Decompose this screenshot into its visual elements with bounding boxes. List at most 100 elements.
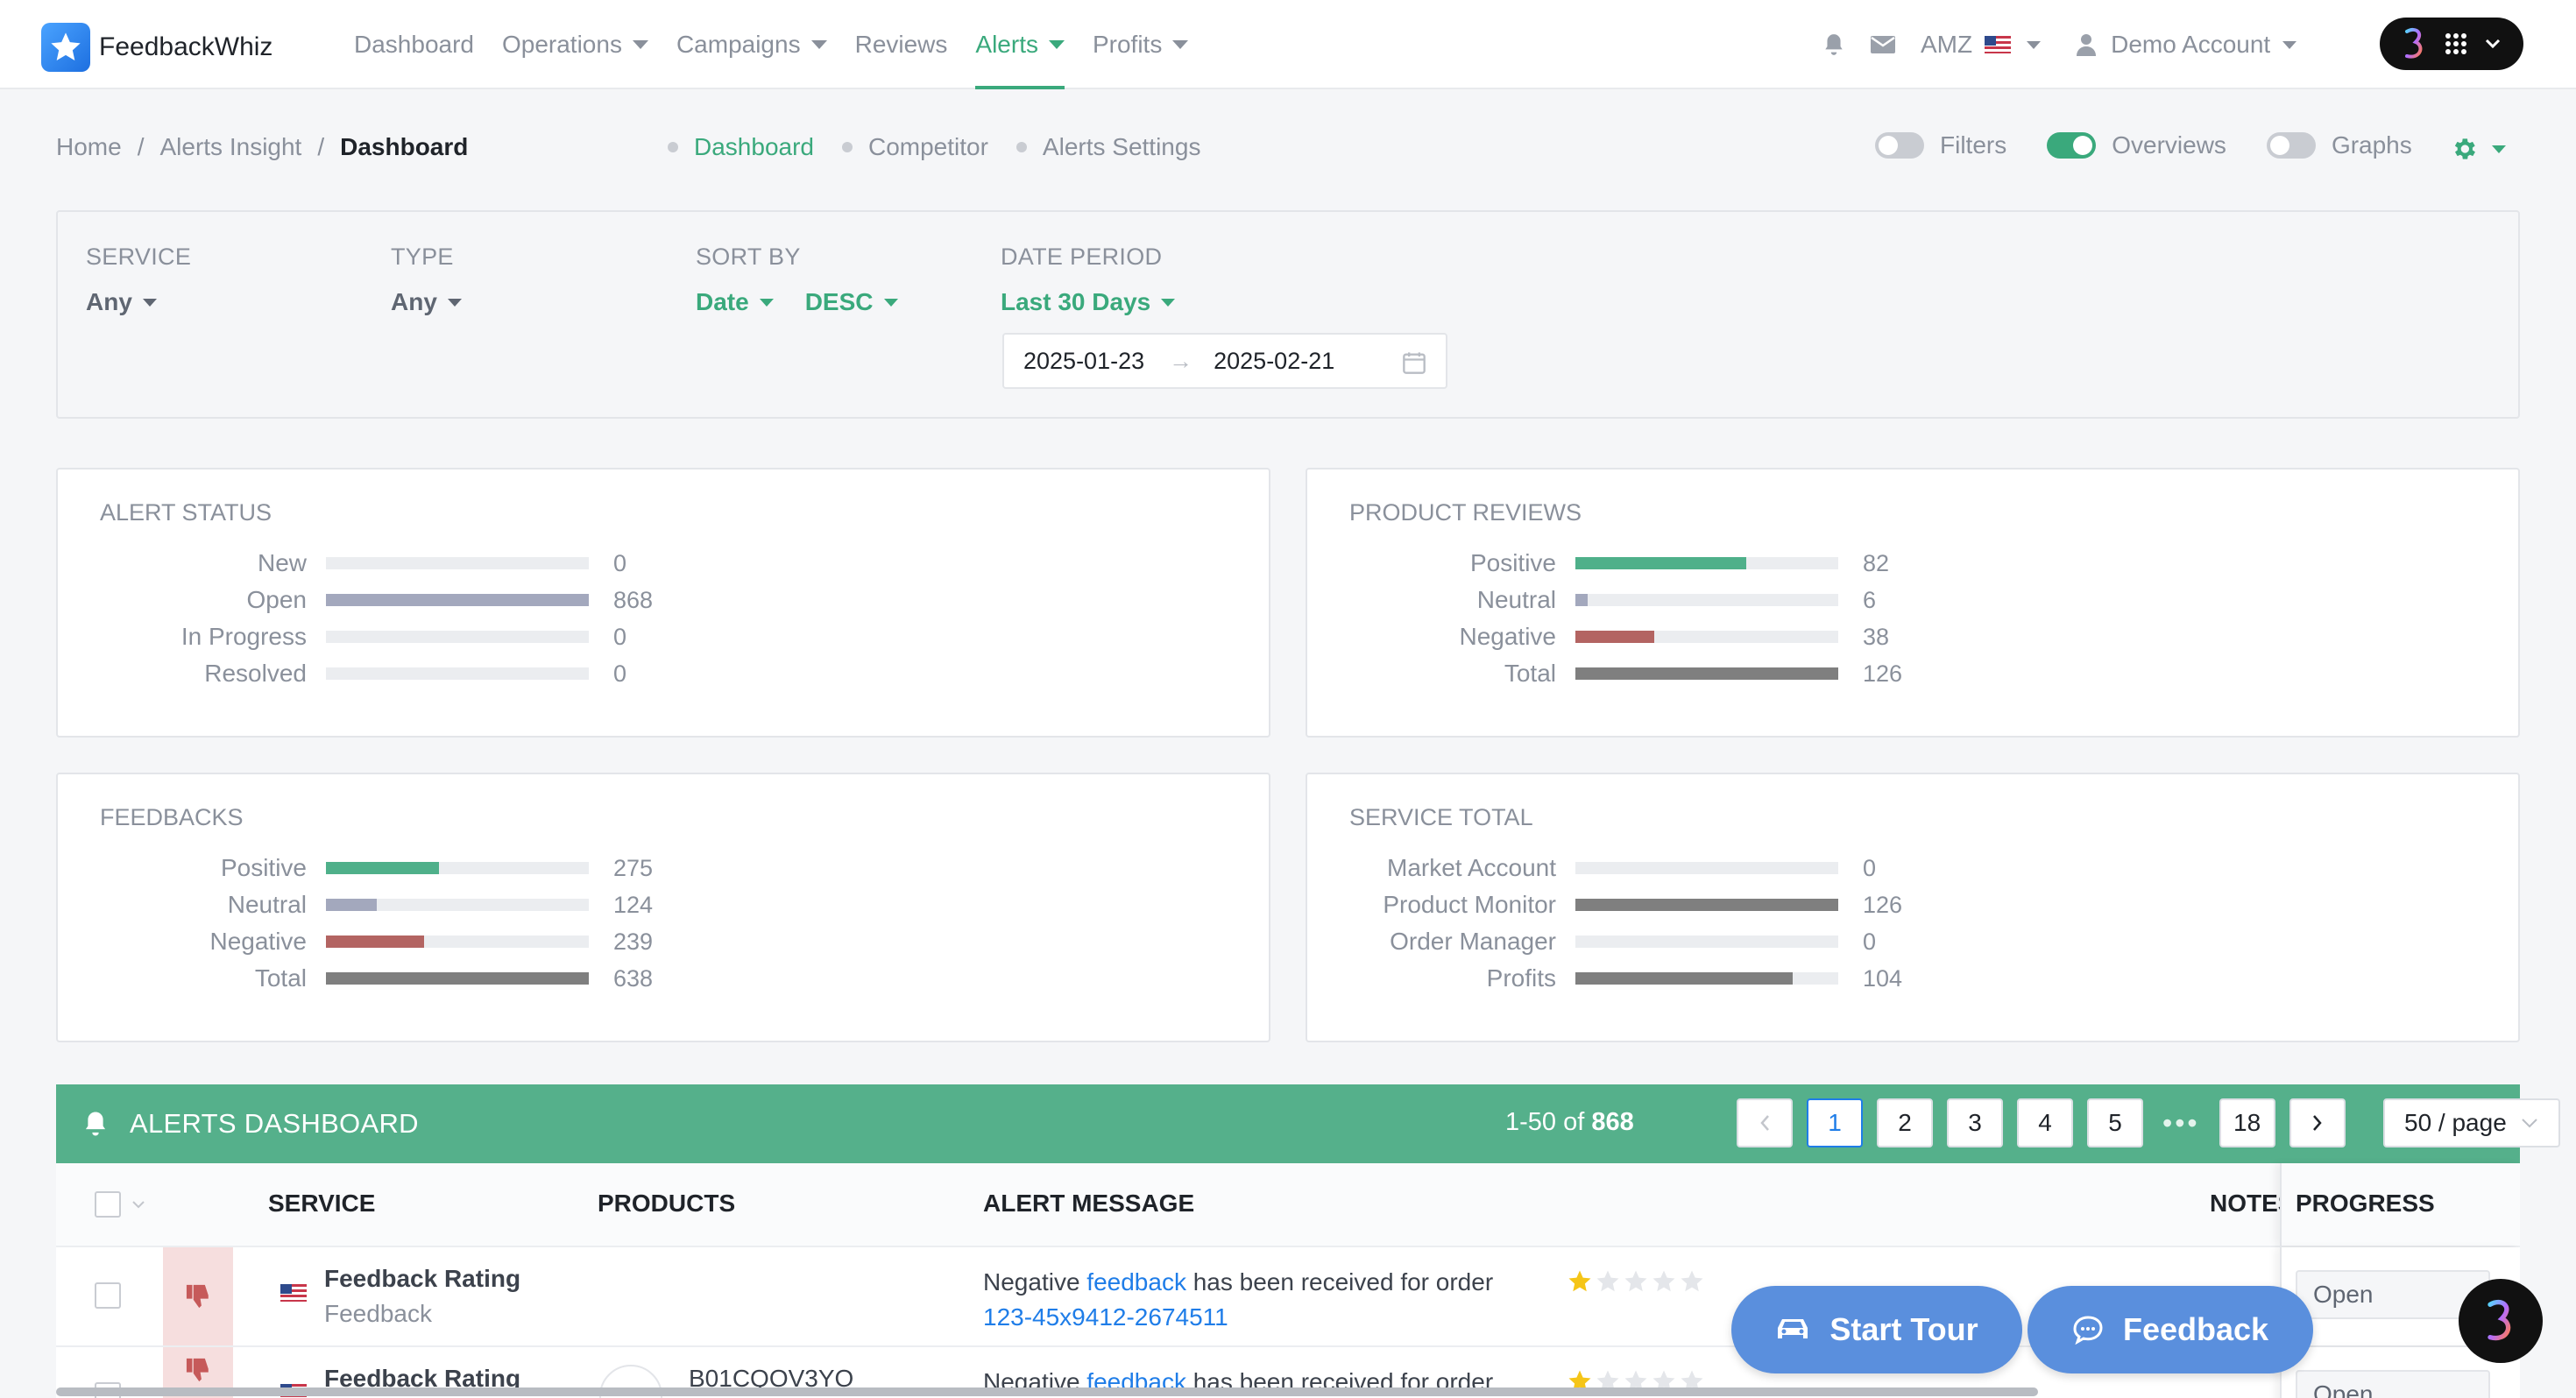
alert-message: Negative feedback has been received for …: [983, 1265, 1493, 1335]
column-service[interactable]: SERVICE: [268, 1190, 375, 1218]
end-date-input[interactable]: 2025-02-21: [1214, 348, 1334, 375]
toggle-switch[interactable]: [2047, 132, 2097, 159]
app-switcher[interactable]: [2380, 18, 2523, 70]
star-empty-icon: [1596, 1270, 1619, 1292]
chevron-down-icon[interactable]: [131, 1200, 145, 1209]
star-empty-icon: [1652, 1270, 1675, 1292]
tab-competitor[interactable]: Competitor: [841, 133, 988, 161]
stat-value: 124: [613, 891, 654, 918]
nav-label: Operations: [501, 31, 622, 58]
card-title: ALERT STATUS: [100, 499, 272, 526]
nav-utilities: AMZ Demo Account: [1822, 0, 2297, 89]
page-5-button[interactable]: 5: [2087, 1098, 2143, 1147]
stat-label: Resolved: [204, 660, 307, 687]
stat-bar-fill: [326, 936, 425, 948]
caret-down-icon: [1172, 40, 1189, 49]
page-3-button[interactable]: 3: [1947, 1098, 2003, 1147]
nav-reviews[interactable]: Reviews: [855, 0, 948, 89]
stat-bar: [326, 594, 589, 606]
stat-rows: New 0 Open 868 In Progress 0 Resolved 0: [58, 545, 1269, 692]
nav-operations[interactable]: Operations: [502, 0, 648, 89]
settings-menu[interactable]: [2450, 135, 2506, 163]
nav-alerts[interactable]: Alerts: [975, 0, 1065, 89]
sort-field-dropdown[interactable]: Date: [696, 288, 805, 316]
page-2-button[interactable]: 2: [1877, 1098, 1933, 1147]
nav-dashboard[interactable]: Dashboard: [354, 0, 474, 89]
sort-order-dropdown[interactable]: DESC: [805, 288, 930, 316]
feedback-button[interactable]: Feedback: [2028, 1286, 2313, 1373]
tab-dashboard[interactable]: Dashboard: [668, 133, 814, 161]
range-text: 1-50: [1505, 1108, 1557, 1136]
start-tour-button[interactable]: Start Tour: [1731, 1286, 2022, 1373]
arrow-right-icon: →: [1169, 347, 1193, 374]
table-header: SERVICE PRODUCTS ALERT MESSAGE NOTES PRO…: [56, 1163, 2520, 1247]
start-date-input[interactable]: 2025-01-23: [1023, 348, 1144, 375]
column-alert-message[interactable]: ALERT MESSAGE: [983, 1190, 1194, 1218]
page-last-button[interactable]: 18: [2219, 1098, 2275, 1147]
breadcrumb-home[interactable]: Home: [56, 133, 122, 161]
stat-row: New 0: [58, 545, 1269, 582]
nav-campaigns[interactable]: Campaigns: [676, 0, 827, 89]
service-dropdown[interactable]: Any: [86, 288, 191, 316]
caret-down-icon: [632, 40, 648, 49]
progress-select[interactable]: Open: [2296, 1370, 2490, 1398]
row-checkbox[interactable]: [95, 1282, 121, 1309]
next-page-button[interactable]: [2289, 1098, 2346, 1147]
page-size-select[interactable]: 50 / page: [2383, 1098, 2560, 1147]
stat-label: Positive: [1469, 549, 1556, 576]
column-products[interactable]: PRODUCTS: [598, 1190, 735, 1218]
assistant-button[interactable]: [2459, 1279, 2543, 1363]
alerts-title-text: ALERTS DASHBOARD: [130, 1108, 419, 1139]
feedback-link[interactable]: feedback: [1086, 1268, 1186, 1296]
brand-logo[interactable]: FeedbackWhiz: [41, 23, 272, 72]
toggle-switch[interactable]: [2266, 132, 2316, 159]
stat-value: 82: [1863, 549, 1890, 576]
mail-icon[interactable]: [1870, 34, 1896, 55]
dropdown-value: Any: [391, 288, 437, 315]
stat-bar-fill: [326, 862, 440, 874]
feedbacks-card: FEEDBACKS Positive 275 Neutral 124 Negative 2…: [56, 773, 1270, 1042]
stat-row: Positive 275: [58, 850, 1269, 886]
stat-row: Order Manager 0: [1307, 923, 2518, 960]
ellipsis-icon[interactable]: •••: [2162, 1107, 2200, 1140]
assistant-logo-icon: [2405, 27, 2423, 59]
graphs-toggle[interactable]: Graphs: [2266, 131, 2412, 159]
type-dropdown[interactable]: Any: [391, 288, 493, 316]
stat-value: 104: [1863, 964, 1903, 992]
nav-label: Campaigns: [676, 31, 801, 58]
stat-bar: [326, 936, 589, 948]
stat-bar: [326, 557, 589, 569]
marketplace-selector[interactable]: AMZ: [1921, 31, 2076, 59]
date-range-picker[interactable]: 2025-01-23 → 2025-02-21: [1002, 333, 1447, 389]
stat-label: Open: [246, 586, 308, 613]
thumbs-down-icon: [186, 1358, 209, 1382]
select-all-checkbox[interactable]: [95, 1191, 121, 1218]
account-menu[interactable]: Demo Account: [2076, 31, 2297, 59]
page-4-button[interactable]: 4: [2017, 1098, 2073, 1147]
star-rating: [1567, 1268, 1707, 1295]
service-subtype: Feedback: [324, 1300, 432, 1327]
tab-alerts-settings[interactable]: Alerts Settings: [1016, 133, 1201, 161]
column-progress[interactable]: PROGRESS: [2296, 1190, 2435, 1218]
order-link[interactable]: 123-45x9412-2674511: [983, 1303, 1228, 1331]
stat-value: 38: [1863, 623, 1890, 650]
filter-label: TYPE: [391, 244, 454, 270]
overviews-toggle[interactable]: Overviews: [2047, 131, 2226, 159]
card-title: FEEDBACKS: [100, 804, 244, 830]
stat-value: 0: [613, 623, 627, 650]
nav-profits[interactable]: Profits: [1093, 0, 1189, 89]
tab-label: Alerts Settings: [1042, 133, 1201, 160]
bell-icon[interactable]: [1822, 32, 1845, 57]
toggle-switch[interactable]: [1875, 132, 1924, 159]
date-period-dropdown[interactable]: Last 30 Days: [1001, 288, 1207, 316]
page-1-button[interactable]: 1: [1807, 1098, 1863, 1147]
stat-label: Total: [1504, 660, 1556, 687]
calendar-icon: [1403, 352, 1426, 374]
breadcrumb-alerts-insight[interactable]: Alerts Insight: [159, 133, 301, 161]
nav-label: Reviews: [854, 31, 948, 58]
stat-bar: [1575, 862, 1838, 874]
horizontal-scrollbar[interactable]: [56, 1387, 2038, 1396]
toggle-label: Overviews: [2112, 131, 2226, 159]
prev-page-button[interactable]: [1737, 1098, 1793, 1147]
filters-toggle[interactable]: Filters: [1875, 131, 2006, 159]
